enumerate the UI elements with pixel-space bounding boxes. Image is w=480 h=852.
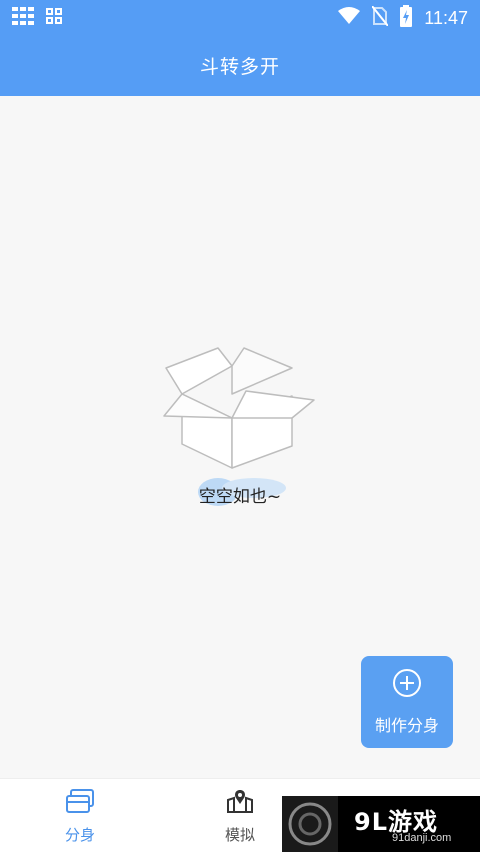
grid-icon xyxy=(12,7,34,29)
app-bar: 斗转多开 xyxy=(0,34,480,96)
brand-watermark: 9L游戏 91danji.com xyxy=(282,796,480,852)
plus-circle-icon xyxy=(392,668,422,702)
status-bar: 11:47 xyxy=(0,0,480,34)
cards-icon xyxy=(65,788,95,818)
status-time: 11:47 xyxy=(424,8,468,28)
content-area: 空空如也~ 制作分身 xyxy=(0,96,480,778)
no-sim-icon xyxy=(371,5,390,30)
apps-icon xyxy=(46,8,62,28)
app-title: 斗转多开 xyxy=(199,55,280,78)
empty-state-text: 空空如也~ xyxy=(198,487,282,507)
brand-logo-icon xyxy=(282,796,338,852)
battery-charging-icon xyxy=(400,5,413,31)
create-clone-button[interactable]: 制作分身 xyxy=(361,656,453,748)
map-pin-icon xyxy=(226,788,254,818)
tab-clones-label: 分身 xyxy=(64,825,95,844)
open-box-icon xyxy=(160,346,320,471)
tab-simulate-label: 模拟 xyxy=(224,825,255,844)
tab-clones[interactable]: 分身 xyxy=(0,779,160,852)
wifi-icon xyxy=(338,7,361,29)
create-clone-label: 制作分身 xyxy=(374,716,439,735)
brand-url: 91danji.com xyxy=(392,832,452,844)
